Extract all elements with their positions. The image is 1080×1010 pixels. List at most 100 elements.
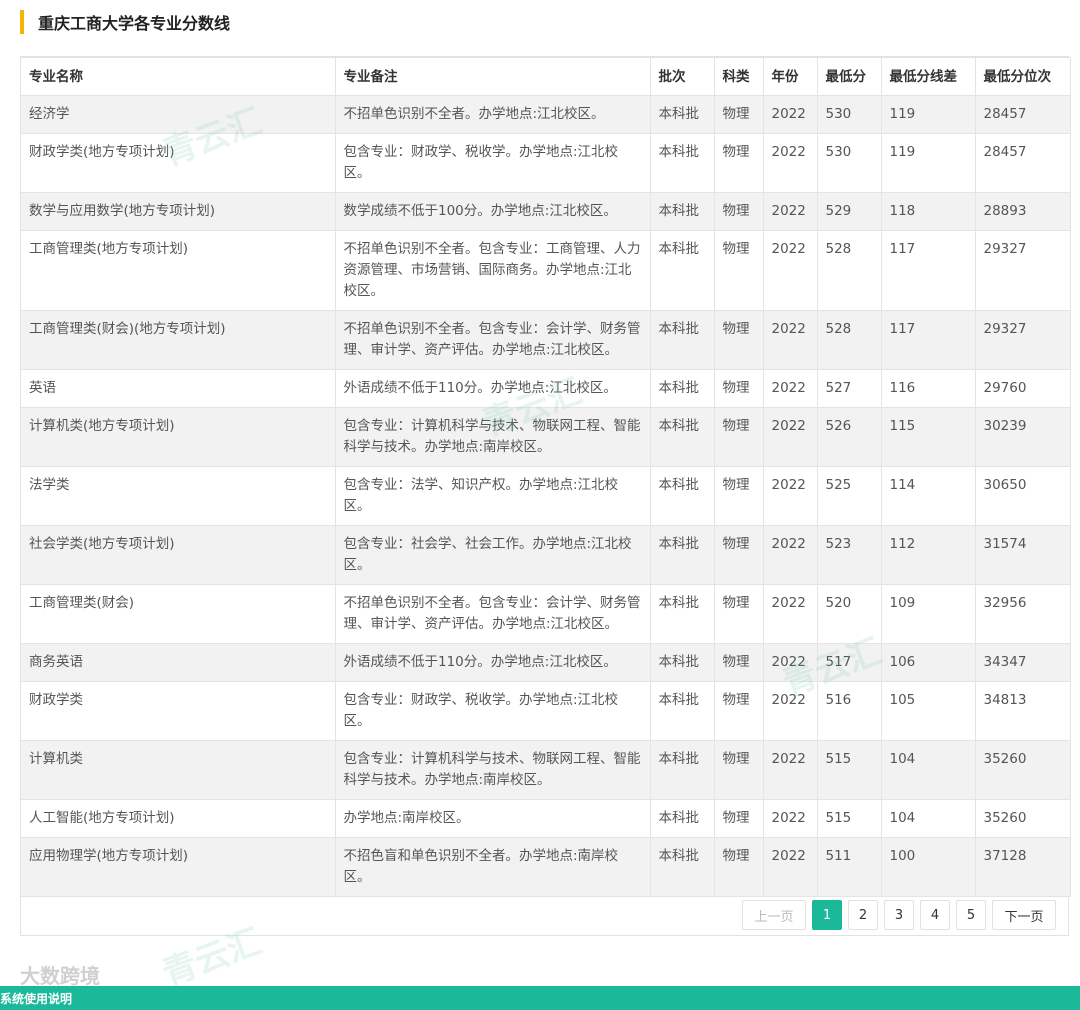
cell-score-diff: 112 [880,525,976,585]
cell-subject: 物理 [713,643,764,682]
cell-subject: 物理 [713,407,764,467]
cell-score-diff: 117 [880,230,976,311]
next-page-button[interactable]: 下一页 [992,900,1056,930]
cell-subject: 物理 [713,837,764,897]
cell-year: 2022 [762,407,818,467]
cell-major-note: 数学成绩不低于100分。办学地点:江北校区。 [334,192,651,231]
cell-major-name: 社会学类(地方专项计划) [21,525,336,585]
col-header-score-diff[interactable]: 最低分线差 [880,57,976,96]
cell-min-score: 530 [816,133,882,193]
cell-score-diff: 104 [880,740,976,800]
cell-score-diff: 104 [880,799,976,838]
cell-min-score: 528 [816,310,882,370]
cell-subject: 物理 [713,133,764,193]
cell-year: 2022 [762,369,818,408]
cell-year: 2022 [762,230,818,311]
cell-major-note: 不招单色识别不全者。包含专业：工商管理、人力资源管理、市场营销、国际商务。办学地… [334,230,651,311]
table-row: 计算机类 包含专业：计算机科学与技术、物联网工程、智能科学与技术。办学地点:南岸校… [21,740,1071,800]
cell-subject: 物理 [713,681,764,741]
cell-subject: 物理 [713,584,764,644]
cell-major-name: 计算机类 [21,740,336,800]
cell-major-note: 不招单色识别不全者。包含专业：会计学、财务管理、审计学、资产评估。办学地点:江北… [334,310,651,370]
cell-min-rank: 34813 [974,681,1071,741]
page-4-button[interactable]: 4 [920,900,950,930]
col-header-subject[interactable]: 科类 [713,57,764,96]
table-header-row: 专业名称 专业备注 批次 科类 年份 最低分 最低分线差 最低分位次 [21,57,1071,96]
cell-major-note: 包含专业：计算机科学与技术、物联网工程、智能科学与技术。办学地点:南岸校区。 [334,407,651,467]
cell-major-name: 商务英语 [21,643,336,682]
col-header-min-score[interactable]: 最低分 [816,57,882,96]
cell-min-rank: 35260 [974,799,1071,838]
cell-min-score: 523 [816,525,882,585]
cell-score-diff: 117 [880,310,976,370]
cell-score-diff: 105 [880,681,976,741]
cell-score-diff: 106 [880,643,976,682]
cell-major-note: 包含专业：财政学、税收学。办学地点:江北校区。 [334,681,651,741]
col-header-major-note[interactable]: 专业备注 [334,57,651,96]
cell-min-score: 530 [816,95,882,134]
cell-subject: 物理 [713,799,764,838]
cell-year: 2022 [762,643,818,682]
cell-major-name: 人工智能(地方专项计划) [21,799,336,838]
cell-min-score: 526 [816,407,882,467]
cell-major-name: 财政学类(地方专项计划) [21,133,336,193]
col-header-batch[interactable]: 批次 [649,57,715,96]
table-row: 英语 外语成绩不低于110分。办学地点:江北校区。 本科批 物理 2022 527 116 2… [21,369,1071,408]
cell-batch: 本科批 [649,643,715,682]
cell-year: 2022 [762,95,818,134]
cell-subject: 物理 [713,525,764,585]
cell-major-note: 包含专业：法学、知识产权。办学地点:江北校区。 [334,466,651,526]
page-3-button[interactable]: 3 [884,900,914,930]
cell-score-diff: 109 [880,584,976,644]
cell-batch: 本科批 [649,799,715,838]
cell-score-diff: 114 [880,466,976,526]
cell-min-rank: 37128 [974,837,1071,897]
cell-min-score: 511 [816,837,882,897]
cell-major-note: 包含专业：计算机科学与技术、物联网工程、智能科学与技术。办学地点:南岸校区。 [334,740,651,800]
cell-year: 2022 [762,525,818,585]
cell-min-rank: 32956 [974,584,1071,644]
prev-page-button[interactable]: 上一页 [742,900,806,930]
cell-min-rank: 29327 [974,310,1071,370]
table-row: 财政学类(地方专项计划) 包含专业：财政学、税收学。办学地点:江北校区。 本科批 物理… [21,133,1071,193]
page-1-button[interactable]: 1 [812,900,842,930]
cell-major-name: 工商管理类(财会) [21,584,336,644]
cell-score-diff: 118 [880,192,976,231]
cell-year: 2022 [762,837,818,897]
cell-major-note: 外语成绩不低于110分。办学地点:江北校区。 [334,643,651,682]
col-header-min-rank[interactable]: 最低分位次 [974,57,1071,96]
cell-year: 2022 [762,740,818,800]
cell-batch: 本科批 [649,310,715,370]
cell-score-diff: 119 [880,133,976,193]
page-5-button[interactable]: 5 [956,900,986,930]
cell-major-note: 不招单色识别不全者。包含专业：会计学、财务管理、审计学、资产评估。办学地点:江北… [334,584,651,644]
cell-major-name: 工商管理类(地方专项计划) [21,230,336,311]
cell-year: 2022 [762,681,818,741]
cell-min-score: 525 [816,466,882,526]
cell-min-score: 527 [816,369,882,408]
cell-major-name: 计算机类(地方专项计划) [21,407,336,467]
table-row: 法学类 包含专业：法学、知识产权。办学地点:江北校区。 本科批 物理 2022 525 11… [21,466,1071,526]
table-row: 工商管理类(财会) 不招单色识别不全者。包含专业：会计学、财务管理、审计学、资产评… [21,584,1071,644]
cell-min-score: 517 [816,643,882,682]
cell-batch: 本科批 [649,466,715,526]
cell-major-note: 外语成绩不低于110分。办学地点:江北校区。 [334,369,651,408]
cell-batch: 本科批 [649,133,715,193]
table-row: 社会学类(地方专项计划) 包含专业：社会学、社会工作。办学地点:江北校区。 本科批物… [21,525,1071,585]
cell-year: 2022 [762,133,818,193]
cell-batch: 本科批 [649,584,715,644]
cell-major-note: 包含专业：财政学、税收学。办学地点:江北校区。 [334,133,651,193]
cell-batch: 本科批 [649,407,715,467]
cell-batch: 本科批 [649,681,715,741]
cell-year: 2022 [762,799,818,838]
cell-batch: 本科批 [649,230,715,311]
cell-batch: 本科批 [649,95,715,134]
footer-help-link[interactable]: 系统使用说明 [0,990,72,1007]
cell-min-rank: 35260 [974,740,1071,800]
col-header-major-name[interactable]: 专业名称 [21,57,336,96]
cell-major-name: 英语 [21,369,336,408]
cell-min-rank: 29327 [974,230,1071,311]
cell-score-diff: 115 [880,407,976,467]
page-2-button[interactable]: 2 [848,900,878,930]
col-header-year[interactable]: 年份 [762,57,818,96]
